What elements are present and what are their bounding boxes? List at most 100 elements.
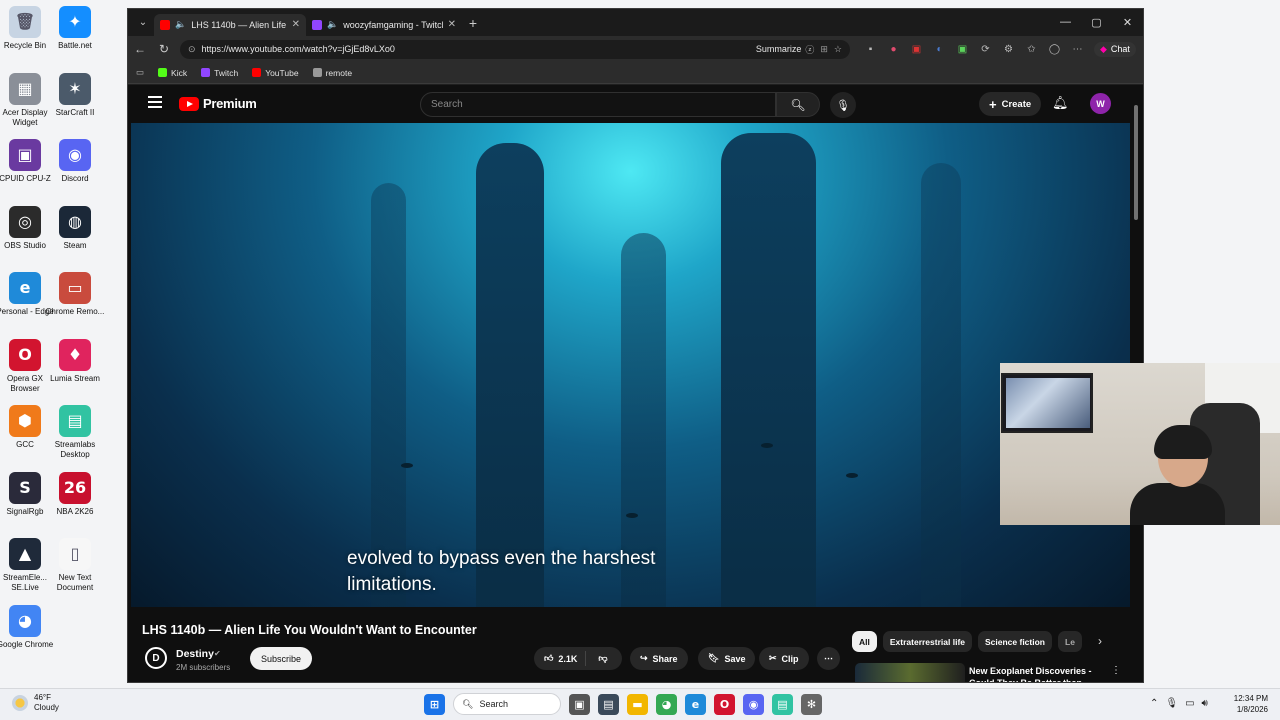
task-view-icon[interactable]: ▣ <box>569 693 590 715</box>
voice-search-mic-icon[interactable]: 🎙︎ <box>830 92 856 118</box>
tab-list-chevron-icon[interactable]: ⌄ <box>132 13 154 33</box>
chrome-icon[interactable]: ◕ <box>656 693 677 715</box>
chip-all[interactable]: All <box>852 631 877 652</box>
desktop-app-icon: ♦ <box>59 338 91 371</box>
minimize-icon[interactable]: — <box>1050 16 1081 29</box>
video-frame-pillar <box>476 143 544 607</box>
extension-icon[interactable]: ⟳ <box>977 42 994 56</box>
close-tab-icon[interactable]: ✕ <box>448 19 456 30</box>
site-info-icon[interactable]: ⊙ <box>188 44 196 55</box>
favorite-remote[interactable]: remote <box>312 68 352 78</box>
channel-avatar[interactable]: D <box>145 647 167 669</box>
video-frame-pillar <box>721 133 816 607</box>
start-windows-icon[interactable]: ⊞ <box>424 693 445 715</box>
youtube-premium-logo[interactable]: Premium <box>179 96 257 111</box>
widgets-icon[interactable]: ▤ <box>598 693 619 715</box>
desktop-icon[interactable]: ✶ StarCraft II <box>43 72 107 118</box>
speaker-icon[interactable]: 🔈 <box>175 19 186 30</box>
tab-youtube[interactable]: 🔈 LHS 1140b — Alien Life You W ✕ <box>154 13 306 36</box>
favorite-kick[interactable]: Kick <box>158 68 187 78</box>
favorites-icon[interactable]: ✩ <box>1023 42 1040 56</box>
favorite-label: YouTube <box>265 67 299 78</box>
extension-icon[interactable]: ▪ <box>862 42 879 56</box>
desktop-icon[interactable]: ▯ New Text Document <box>43 538 107 593</box>
chip-science-fiction[interactable]: Science fiction <box>978 631 1052 652</box>
speaker-icon[interactable]: 🔈 <box>327 19 338 30</box>
app-icon[interactable]: ✻ <box>801 693 822 715</box>
desktop-icon-label: StarCraft II <box>55 107 95 117</box>
clip-button[interactable]: ✂ Clip <box>759 647 809 670</box>
close-window-icon[interactable]: ✕ <box>1112 16 1143 29</box>
desktop-icon[interactable]: ✦ Battle.net <box>43 6 107 51</box>
desktop-app-icon: ◍ <box>59 205 91 238</box>
microphone-icon[interactable]: 🎙︎ <box>1165 698 1178 709</box>
chevron-right-icon[interactable]: › <box>1098 634 1102 648</box>
chip-extraterrestrial-life[interactable]: Extraterrestrial life <box>882 631 972 652</box>
browser-window: ⌄ 🔈 LHS 1140b — Alien Life You W ✕ 🔈 woo… <box>127 8 1144 683</box>
desktop-icon[interactable]: ▭ Chrome Remo... <box>43 272 107 317</box>
file-explorer-icon[interactable]: ▬ <box>627 693 648 715</box>
share-button[interactable]: ↪ Share <box>630 647 688 670</box>
edge-icon[interactable]: e <box>685 693 706 715</box>
thumbs-down-icon: 👎︎ <box>598 653 608 663</box>
recommended-menu-icon[interactable]: ⋮ <box>1111 665 1121 676</box>
show-hidden-icons-chevron-icon[interactable]: ⌃ <box>1150 698 1158 709</box>
opera-gx-icon[interactable]: O <box>714 693 735 715</box>
desktop-icon[interactable]: ◕ Google Chrome <box>0 604 57 650</box>
youtube-page: Premium Search 🔍︎ 🎙︎ + Create 🔔︎ W evolv… <box>128 85 1143 682</box>
tab-twitch[interactable]: 🔈 woozyfamgaming - Twitch ✕ <box>306 14 462 36</box>
url-text[interactable]: https://www.youtube.com/watch?v=jGjEd8vL… <box>202 44 750 54</box>
discord-icon[interactable]: ◉ <box>743 693 764 715</box>
search-button[interactable]: 🔍︎ <box>776 92 820 117</box>
summarize-button[interactable]: Summarize ⓩ <box>756 43 815 56</box>
taskbar-search[interactable]: 🔍︎ Search <box>453 693 561 715</box>
extension-icon[interactable]: ▣ <box>908 42 925 56</box>
tab-title: LHS 1140b — Alien Life You W <box>191 19 287 30</box>
channel-name[interactable]: Destiny <box>176 648 214 660</box>
desktop-icon[interactable]: ◍ Steam <box>43 205 107 251</box>
refresh-icon[interactable]: ↻ <box>152 42 176 56</box>
taskbar-clock[interactable]: 12:34 PM 1/8/2026 <box>1228 693 1268 715</box>
favorite-star-icon[interactable]: ☆ <box>834 44 842 55</box>
notifications-bell-icon[interactable]: 🔔︎ <box>1052 95 1069 111</box>
desktop-icon[interactable]: ♦ Lumia Stream <box>43 338 107 384</box>
chip-partial[interactable]: Le <box>1058 631 1082 652</box>
recommended-title[interactable]: New Exoplanet Discoveries - Could They B… <box>969 665 1109 682</box>
split-screen-icon[interactable]: ⊞ <box>820 44 828 55</box>
maximize-icon[interactable]: ▢ <box>1081 16 1112 29</box>
like-button[interactable]: 👍︎ 2.1K <box>534 651 587 666</box>
video-player[interactable]: evolved to bypass even the harshest limi… <box>131 123 1130 607</box>
more-options-icon[interactable]: ⋯ <box>1069 42 1086 56</box>
extension-icon[interactable]: ▣ <box>954 42 971 56</box>
recommended-thumbnail[interactable] <box>855 663 965 682</box>
extension-icon[interactable]: ◐ <box>931 42 948 56</box>
account-avatar[interactable]: W <box>1090 93 1111 114</box>
scrollbar-thumb[interactable] <box>1134 105 1138 220</box>
favorites-bar-toggle-icon[interactable]: ▭ <box>136 67 144 78</box>
favorite-youtube[interactable]: YouTube <box>252 67 299 78</box>
subscribe-button[interactable]: Subscribe <box>250 647 313 670</box>
video-frame-fish <box>401 463 413 468</box>
desktop-icon[interactable]: ▤ Streamlabs Desktop <box>43 405 107 460</box>
volume-icon[interactable]: 🔊︎ <box>1202 698 1208 709</box>
search-input[interactable]: Search <box>420 92 776 117</box>
extension-icon[interactable]: ● <box>885 42 902 56</box>
create-button[interactable]: + Create <box>979 92 1042 116</box>
weather-widget[interactable]: 46°F Cloudy <box>12 693 59 713</box>
more-actions-icon[interactable]: ⋯ <box>817 647 840 670</box>
desktop-icon[interactable]: 26 NBA 2K26 <box>43 471 107 517</box>
favorite-twitch[interactable]: Twitch <box>201 68 238 78</box>
hamburger-menu-icon[interactable] <box>148 96 162 108</box>
address-bar[interactable]: ⊙ https://www.youtube.com/watch?v=jGjEd8… <box>180 39 850 59</box>
dislike-button[interactable]: 👎︎ <box>591 653 607 664</box>
desktop-icon[interactable]: ◉ Discord <box>43 139 107 184</box>
streamlabs-icon[interactable]: ▤ <box>772 693 793 715</box>
extensions-puzzle-icon[interactable]: ⚙ <box>1000 42 1017 56</box>
profile-icon[interactable]: ◯ <box>1046 42 1063 56</box>
copilot-chat-button[interactable]: ◆ Chat <box>1094 41 1136 57</box>
back-arrow-icon[interactable]: ← <box>128 42 152 56</box>
close-tab-icon[interactable]: ✕ <box>292 19 300 30</box>
network-icon[interactable]: ▭ <box>1185 698 1194 709</box>
new-tab-plus-icon[interactable]: + <box>462 15 484 31</box>
save-button[interactable]: 🔖︎ Save <box>698 647 756 670</box>
